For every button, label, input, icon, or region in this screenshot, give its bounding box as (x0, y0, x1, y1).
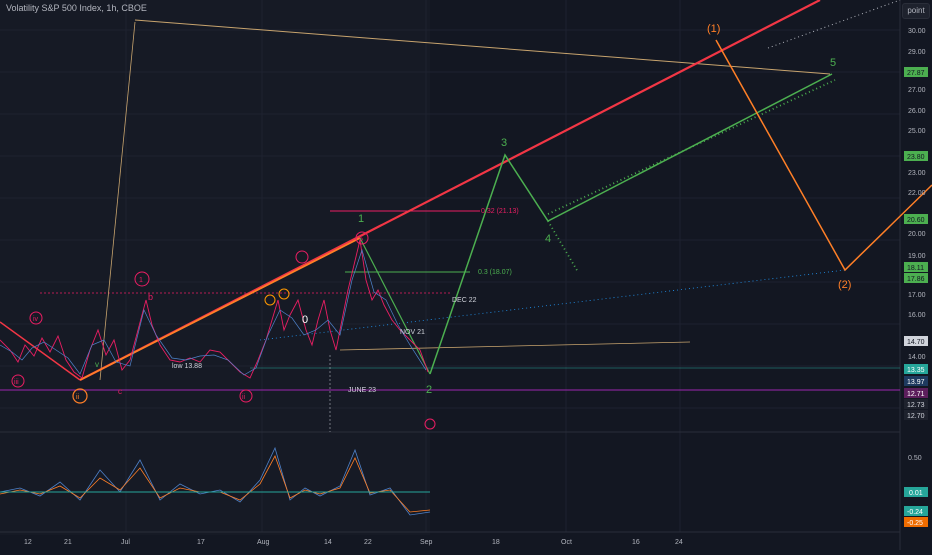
zero-label: 0 (302, 314, 308, 326)
svg-text:5: 5 (359, 236, 363, 243)
svg-text:23.80: 23.80 (907, 154, 925, 161)
price-axis-ticks: 30.00 29.00 27.00 26.00 25.00 23.00 22.0… (908, 28, 926, 361)
svg-text:1: 1 (139, 277, 143, 284)
svg-text:Aug: Aug (257, 539, 270, 546)
svg-text:13.97: 13.97 (907, 379, 925, 386)
svg-text:12.73: 12.73 (907, 402, 925, 409)
june23-label: JUNE 23 (348, 387, 376, 394)
svg-text:25.00: 25.00 (908, 128, 926, 135)
svg-text:ii: ii (76, 394, 80, 401)
svg-text:16.00: 16.00 (908, 312, 926, 319)
svg-text:21: 21 (64, 539, 72, 546)
svg-text:27.00: 27.00 (908, 87, 926, 94)
chart-title: Volatility S&P 500 Index, 1h, CBOE (6, 3, 147, 13)
indicator-axis: 0.50 0.01 -0.24 -0.25 (904, 455, 928, 527)
svg-text:23.00: 23.00 (908, 170, 926, 177)
big-wave-1-label: (1) (707, 23, 720, 35)
big-wave-2-label: (2) (838, 279, 851, 291)
dec22-label: DEC 22 (452, 297, 477, 304)
svg-text:18.11: 18.11 (907, 265, 924, 272)
svg-text:0.01: 0.01 (909, 490, 923, 497)
svg-text:13.35: 13.35 (907, 367, 925, 374)
svg-text:-0.25: -0.25 (907, 520, 923, 527)
green-dotted-drop (547, 220, 579, 273)
svg-text:14.00: 14.00 (908, 354, 926, 361)
wave-5-label: 5 (830, 57, 836, 69)
svg-text:12.70: 12.70 (907, 413, 925, 420)
svg-text:14: 14 (324, 539, 332, 546)
fib-label-1: 0.32 (21.13) (481, 208, 519, 215)
svg-text:26.00: 26.00 (908, 108, 926, 115)
fib-label-2: 0.3 (18.07) (478, 269, 512, 276)
svg-text:Oct: Oct (561, 539, 572, 546)
svg-text:22.00: 22.00 (908, 190, 926, 197)
svg-text:iii: iii (14, 379, 19, 386)
svg-text:19.00: 19.00 (908, 253, 926, 260)
svg-text:-0.24: -0.24 (907, 509, 923, 516)
chart-canvas[interactable]: 0.32 (21.13) 0.3 (18.07) DEC 22 NOV 21 J… (0, 0, 932, 550)
svg-text:27.87: 27.87 (907, 70, 925, 77)
v-label: v (95, 360, 99, 369)
wave-2-label: 2 (426, 384, 432, 396)
svg-text:20.00: 20.00 (908, 231, 926, 238)
svg-text:Jul: Jul (121, 539, 130, 546)
history-region (0, 0, 430, 432)
svg-text:20.60: 20.60 (907, 217, 925, 224)
svg-text:ii: ii (242, 394, 246, 401)
svg-text:iv: iv (33, 316, 39, 323)
wave-1-label: 1 (358, 213, 364, 225)
svg-text:16: 16 (632, 539, 640, 546)
chart-window[interactable]: Volatility S&P 500 Index, 1h, CBOE point (0, 0, 932, 550)
svg-text:0.50: 0.50 (908, 455, 922, 462)
svg-text:22: 22 (364, 539, 372, 546)
svg-text:14.70: 14.70 (907, 339, 925, 346)
b-label: b (148, 292, 153, 302)
wave-3-label: 3 (501, 137, 507, 149)
time-axis: 12 21 Jul 17 Aug 14 22 Sep 18 Oct 16 24 (24, 539, 683, 546)
nov21-label: NOV 21 (400, 329, 425, 336)
scale-toggle-button[interactable]: point (902, 3, 930, 19)
svg-text:12: 12 (24, 539, 32, 546)
svg-text:17: 17 (197, 539, 205, 546)
wave-4-label: 4 (545, 233, 551, 245)
svg-text:17.00: 17.00 (908, 292, 926, 299)
green-wave-projection (429, 73, 833, 375)
svg-text:24: 24 (675, 539, 683, 546)
svg-text:12.71: 12.71 (907, 391, 925, 398)
svg-text:29.00: 29.00 (908, 49, 926, 56)
c-label: c (118, 387, 122, 396)
svg-text:18: 18 (492, 539, 500, 546)
svg-text:30.00: 30.00 (908, 28, 926, 35)
upper-dotted-line (767, 0, 901, 49)
svg-text:17.86: 17.86 (907, 276, 925, 283)
svg-text:Sep: Sep (420, 539, 433, 546)
low-label: low 13.88 (172, 363, 202, 370)
price-badges: 27.87 23.80 20.60 18.11 17.86 14.70 13.3… (904, 67, 928, 420)
